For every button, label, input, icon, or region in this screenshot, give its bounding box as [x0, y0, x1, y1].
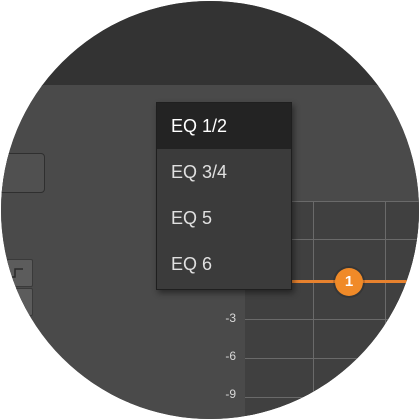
high-pass-filter-icon: [11, 268, 23, 278]
y-axis-label: -6: [225, 349, 236, 363]
dropdown-item-eq-3-4[interactable]: EQ 3/4: [157, 149, 291, 195]
dropdown-item-eq-6[interactable]: EQ 6: [157, 241, 291, 287]
grid-line: [313, 201, 314, 419]
filter-type-button-2[interactable]: [1, 288, 33, 316]
grid-line: [385, 201, 386, 419]
dropdown-item-eq-1-2[interactable]: EQ 1/2: [157, 103, 291, 149]
top-toolbar: [1, 1, 419, 86]
zoomed-view: -3 -6 -9 1 EQ 1/2 EQ 3/4 EQ 5 EQ 6: [0, 0, 420, 420]
y-axis-label: -9: [225, 387, 236, 401]
filter-type-button[interactable]: [1, 259, 33, 287]
grid-line: [245, 319, 419, 320]
eq-band-node[interactable]: 1: [335, 268, 363, 296]
magnified-circle: -3 -6 -9 1 EQ 1/2 EQ 3/4 EQ 5 EQ 6: [1, 1, 419, 419]
grid-line: [245, 358, 419, 359]
band-selector-button[interactable]: [1, 153, 45, 193]
dropdown-item-eq-5[interactable]: EQ 5: [157, 195, 291, 241]
eq-band-dropdown[interactable]: EQ 1/2 EQ 3/4 EQ 5 EQ 6: [156, 102, 292, 290]
grid-line: [245, 397, 419, 398]
y-axis-label: -3: [225, 311, 236, 325]
